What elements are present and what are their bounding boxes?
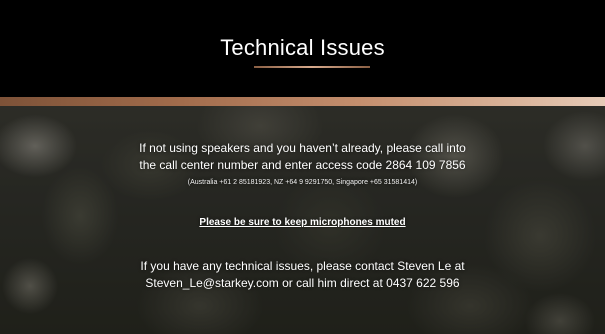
- mute-notice: Please be sure to keep microphones muted: [199, 217, 406, 228]
- accent-bar: [0, 97, 605, 106]
- call-in-line-2: the call center number and enter access …: [139, 158, 466, 172]
- contact-line-1: If you have any technical issues, please…: [140, 259, 465, 273]
- dial-in-numbers: (Australia +61 2 85181923, NZ +64 9 9291…: [187, 179, 418, 186]
- slide: Technical Issues If not using speakers a…: [0, 0, 605, 334]
- contact-line-2: Steven_Le@starkey.com or call him direct…: [145, 276, 460, 290]
- call-in-instructions: If not using speakers and you haven’t al…: [0, 140, 605, 174]
- call-in-line-1: If not using speakers and you haven’t al…: [139, 141, 466, 155]
- slide-header: Technical Issues: [0, 0, 605, 97]
- slide-title: Technical Issues: [220, 35, 385, 60]
- title-underline: [254, 66, 370, 68]
- contact-instructions: If you have any technical issues, please…: [0, 258, 605, 292]
